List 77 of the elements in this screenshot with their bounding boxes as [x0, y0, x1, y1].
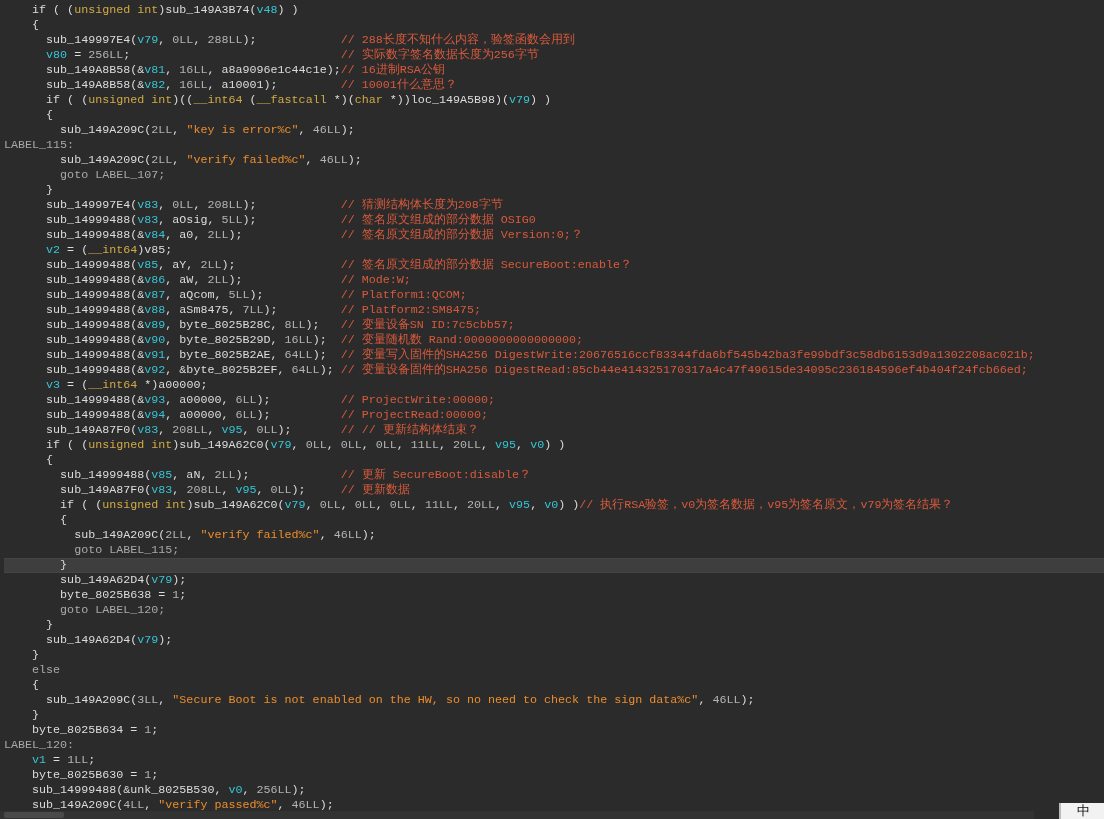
code-line: v80 = 256LL; [45, 48, 131, 62]
code-comment: // 更新数据 [340, 483, 410, 498]
code-comment: // 变量随机数 Rand:0000000000000000; [340, 333, 583, 348]
code-line: sub_14999488(&v92, &byte_8025B2EF, 64LL); [45, 363, 334, 377]
code-line: sub_14999488(&v93, a00000, 6LL); [45, 393, 271, 407]
code-line: sub_149A209C(2LL, "key is error%c", 46LL); [59, 123, 355, 137]
code-line: byte_8025B630 = 1; [31, 768, 159, 782]
code-comment: // 更新 SecureBoot:disable？ [340, 468, 531, 483]
code-line: sub_14999488(&v87, aQcom, 5LL); [45, 288, 264, 302]
code-comment: // 16进制RSA公钥 [340, 63, 445, 78]
code-line: else [31, 663, 61, 677]
scrollbar-thumb[interactable] [4, 812, 64, 818]
code-line: byte_8025B634 = 1; [31, 723, 159, 737]
code-comment: // 猜测结构体长度为208字节 [340, 198, 503, 213]
code-comment: // ProjectWrite:00000; [340, 393, 495, 408]
code-comment: // 288长度不知什么内容，验签函数会用到 [340, 33, 575, 48]
code-line: { [31, 18, 40, 32]
code-line: if ( (unsigned int)sub_149A3B74(v48) ) [31, 3, 299, 17]
code-line: { [31, 678, 40, 692]
code-comment: // 执行RSA验签，v0为签名数据，v95为签名原文，v79为签名结果？ [579, 498, 954, 513]
code-line: goto LABEL_115; [73, 543, 180, 557]
code-line: sub_149997E4(v79, 0LL, 288LL); [45, 33, 257, 47]
code-line: sub_149A87F0(v83, 208LL, v95, 0LL); [59, 483, 306, 497]
horizontal-scrollbar[interactable] [0, 811, 1034, 819]
code-comment: // 实际数字签名数据长度为256字节 [340, 48, 539, 63]
code-comment: // Platform1:QCOM; [340, 288, 467, 303]
code-line: } [45, 183, 54, 197]
code-comment: // 10001什么意思？ [340, 78, 457, 93]
code-line: sub_149A62D4(v79); [45, 633, 173, 647]
code-line: sub_14999488(&v88, aSm8475, 7LL); [45, 303, 278, 317]
code-line: sub_14999488(&v89, byte_8025B28C, 8LL); [45, 318, 320, 332]
code-line: goto LABEL_107; [59, 168, 166, 182]
code-line: sub_149A62D4(v79); [59, 573, 187, 587]
code-comment: // 变量写入固件的SHA256 DigestWrite:20676516ccf83344fda6bf545b42ba3fe99bdf3c58db6153d9a1302208ac021b; [340, 348, 1035, 363]
code-line: if ( (unsigned int)((__int64 (__fastcall *)(char *))loc_149A5B98)(v79) ) [45, 93, 552, 107]
code-line: if ( (unsigned int)sub_149A62C0(v79, 0LL, 0LL, 0LL, 11LL, 20LL, v95, v0) ) [59, 498, 580, 512]
code-line: if ( (unsigned int)sub_149A62C0(v79, 0LL, 0LL, 0LL, 11LL, 20LL, v95, v0) ) [45, 438, 566, 452]
code-line: sub_14999488(&unk_8025B530, v0, 256LL); [31, 783, 306, 797]
code-comment: // 签名原文组成的部分数据 Version:0;？ [340, 228, 583, 243]
code-line: LABEL_115: [4, 138, 75, 152]
code-line: v1 = 1LL; [31, 753, 96, 767]
code-comment: // ProjectRead:00000; [340, 408, 488, 423]
code-line: LABEL_120: [4, 738, 75, 752]
code-comment: // Platform2:SM8475; [340, 303, 481, 318]
code-line: sub_149A209C(4LL, "verify passed%c", 46LL); [31, 798, 334, 812]
code-line: sub_149A209C(2LL, "verify failed%c", 46LL); [73, 528, 376, 542]
code-line: { [59, 513, 68, 527]
code-line: sub_14999488(&v94, a00000, 6LL); [45, 408, 271, 422]
code-line: sub_14999488(&v84, a0, 2LL); [45, 228, 243, 242]
code-line: sub_149A87F0(v83, 208LL, v95, 0LL); [45, 423, 292, 437]
code-line: sub_14999488(&v86, aW, 2LL); [45, 273, 243, 287]
code-line: byte_8025B638 = 1; [59, 588, 187, 602]
code-line: { [45, 453, 54, 467]
code-line: sub_149A209C(2LL, "verify failed%c", 46LL); [59, 153, 362, 167]
code-line: sub_149A209C(3LL, "Secure Boot is not enabled on the HW, so no need to check the sign data%c", 46LL); [45, 693, 755, 707]
code-comment: // // 更新结构体结束？ [340, 423, 479, 438]
code-line: sub_14999488(v85, aN, 2LL); [59, 468, 250, 482]
code-line: goto LABEL_120; [59, 603, 166, 617]
code-line: sub_14999488(&v91, byte_8025B2AE, 64LL); [45, 348, 327, 362]
code-line: } [31, 648, 40, 662]
code-comment: // 变量设备SN ID:7c5cbb57; [340, 318, 515, 333]
code-line: sub_14999488(v83, aOsig, 5LL); [45, 213, 257, 227]
code-line: } [31, 708, 40, 722]
code-line: sub_149997E4(v83, 0LL, 208LL); [45, 198, 257, 212]
code-line: sub_14999488(v85, aY, 2LL); [45, 258, 236, 272]
code-line: v3 = (__int64 *)a00000; [45, 378, 208, 392]
code-comment: // 签名原文组成的部分数据 SecureBoot:enable？ [340, 258, 632, 273]
code-line: } [45, 618, 54, 632]
ime-indicator[interactable]: 中 [1059, 803, 1104, 819]
code-line: sub_14999488(&v90, byte_8025B29D, 16LL); [45, 333, 327, 347]
code-line: { [45, 108, 54, 122]
code-comment: // Mode:W; [340, 273, 411, 288]
code-line: v2 = (__int64)v85; [45, 243, 173, 257]
code-comment: // 签名原文组成的部分数据 OSIG0 [340, 213, 536, 228]
code-comment: // 变量设备固件的SHA256 DigestRead:85cb44e414325170317a4c47f49615de34095c236184596ef4b404f24fcb66ed; [340, 363, 1028, 378]
code-line: sub_149A8B58(&v82, 16LL, a10001); [45, 78, 278, 92]
code-line: sub_149A8B58(&v81, 16LL, a8a9096e1c44c1e); [45, 63, 341, 77]
